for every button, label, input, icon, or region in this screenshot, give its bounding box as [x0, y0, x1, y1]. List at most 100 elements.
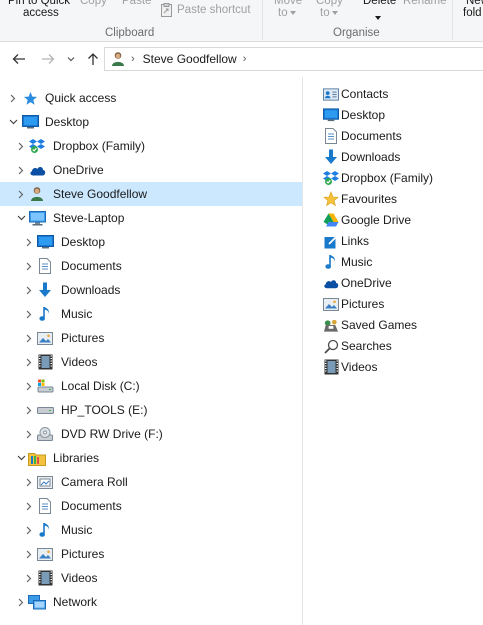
- expand-chevron-icon[interactable]: [24, 278, 34, 302]
- paste-shortcut-label: Paste shortcut: [177, 3, 251, 16]
- saved-games-icon: [323, 317, 339, 333]
- list-item-pictures[interactable]: Pictures: [323, 294, 384, 314]
- expand-chevron-icon[interactable]: [24, 254, 34, 278]
- paste-button[interactable]: Paste: [122, 0, 151, 8]
- expand-chevron-icon[interactable]: [24, 230, 34, 254]
- expand-chevron-icon[interactable]: [24, 470, 34, 494]
- tree-item-music[interactable]: Music: [0, 518, 302, 542]
- list-item-downloads[interactable]: Downloads: [323, 147, 400, 167]
- expand-chevron-icon[interactable]: [24, 566, 34, 590]
- tree-item-downloads[interactable]: Downloads: [0, 278, 302, 302]
- list-item-contacts[interactable]: Contacts: [323, 84, 388, 104]
- expand-chevron-icon[interactable]: [24, 542, 34, 566]
- list-item-desktop[interactable]: Desktop: [323, 105, 385, 125]
- tree-item-label: Documents: [61, 499, 122, 513]
- tree-item-onedrive[interactable]: OneDrive: [0, 158, 302, 182]
- tree-item-videos[interactable]: Videos: [0, 350, 302, 374]
- list-item-videos[interactable]: Videos: [323, 357, 377, 377]
- tree-item-libraries[interactable]: Libraries: [0, 446, 302, 470]
- drive-icon: [36, 401, 54, 419]
- up-button[interactable]: [84, 48, 102, 70]
- dvd-icon: [36, 425, 54, 443]
- tree-item-network[interactable]: Network: [0, 590, 302, 614]
- breadcrumb-current[interactable]: Steve Goodfellow: [143, 52, 237, 66]
- tree-item-hp-tools-e[interactable]: HP_TOOLS (E:): [0, 398, 302, 422]
- expand-chevron-icon[interactable]: [24, 350, 34, 374]
- list-item-google-drive[interactable]: Google Drive: [323, 210, 411, 230]
- tree-item-camera-roll[interactable]: Camera Roll: [0, 470, 302, 494]
- expand-chevron-icon[interactable]: [8, 86, 18, 110]
- music-icon: [323, 254, 339, 270]
- favourites-icon: [323, 191, 339, 207]
- tree-item-label: DVD RW Drive (F:): [61, 427, 163, 441]
- collapse-chevron-icon[interactable]: [16, 446, 26, 470]
- address-field[interactable]: › Steve Goodfellow ›: [104, 47, 483, 71]
- tree-item-documents[interactable]: Documents: [0, 254, 302, 278]
- expand-chevron-icon[interactable]: [24, 518, 34, 542]
- list-item-favourites[interactable]: Favourites: [323, 189, 397, 209]
- tree-item-pictures[interactable]: Pictures: [0, 542, 302, 566]
- star-icon: [21, 89, 39, 107]
- expand-chevron-icon[interactable]: [24, 422, 34, 446]
- organise-group-label: Organise: [333, 27, 380, 39]
- tree-item-steve-goodfellow[interactable]: Steve Goodfellow: [0, 182, 302, 206]
- tree-item-music[interactable]: Music: [0, 302, 302, 326]
- list-item-label: Documents: [341, 129, 402, 143]
- expand-chevron-icon[interactable]: [24, 398, 34, 422]
- list-item-label: Videos: [341, 360, 378, 374]
- list-item-dropbox-family[interactable]: Dropbox (Family): [323, 168, 433, 188]
- expand-chevron-icon[interactable]: [16, 182, 26, 206]
- expand-chevron-icon[interactable]: [24, 302, 34, 326]
- delete-label: Delete: [363, 0, 397, 7]
- breadcrumb-chevron-icon[interactable]: ›: [243, 53, 247, 65]
- pin-label-line2: access: [23, 7, 59, 19]
- back-arrow-icon: [12, 53, 26, 65]
- expand-chevron-icon[interactable]: [16, 158, 26, 182]
- forward-arrow-icon: [41, 53, 55, 65]
- tree-item-local-disk-c[interactable]: Local Disk (C:): [0, 374, 302, 398]
- tree-item-pictures[interactable]: Pictures: [0, 326, 302, 350]
- expand-chevron-icon[interactable]: [24, 494, 34, 518]
- expand-chevron-icon[interactable]: [16, 590, 26, 614]
- list-item-onedrive[interactable]: OneDrive: [323, 273, 392, 293]
- recent-locations-button[interactable]: [64, 48, 78, 70]
- tree-item-dvd-rw-drive-f[interactable]: DVD RW Drive (F:): [0, 422, 302, 446]
- videos-icon: [323, 359, 339, 375]
- back-button[interactable]: [8, 48, 30, 70]
- chevron-down-icon: [67, 56, 75, 62]
- rename-button[interactable]: Rename: [403, 0, 446, 8]
- list-item-searches[interactable]: Searches: [323, 336, 392, 356]
- list-item-music[interactable]: Music: [323, 252, 372, 272]
- desktop-icon: [36, 233, 54, 251]
- list-item-documents[interactable]: Documents: [323, 126, 402, 146]
- tree-item-documents[interactable]: Documents: [0, 494, 302, 518]
- move-to-line2: to: [278, 7, 296, 20]
- tree-item-videos[interactable]: Videos: [0, 566, 302, 590]
- forward-button[interactable]: [37, 48, 59, 70]
- tree-item-label: Downloads: [61, 283, 121, 297]
- list-item-label: Desktop: [341, 108, 386, 122]
- tree-item-desktop[interactable]: Desktop: [0, 230, 302, 254]
- libraries-icon: [28, 449, 46, 467]
- copy-button[interactable]: Copy: [80, 0, 107, 8]
- list-item-saved-games[interactable]: Saved Games: [323, 315, 417, 335]
- tree-item-quick-access[interactable]: Quick access: [0, 86, 302, 110]
- expand-chevron-icon[interactable]: [24, 326, 34, 350]
- up-arrow-icon: [87, 52, 99, 66]
- paste-shortcut-button[interactable]: Paste shortcut: [160, 2, 251, 18]
- expand-chevron-icon[interactable]: [16, 134, 26, 158]
- collapse-chevron-icon[interactable]: [8, 110, 18, 134]
- list-item-label: Links: [341, 234, 370, 248]
- collapse-chevron-icon[interactable]: [16, 206, 26, 230]
- ribbon: Pin to Quick access Copy Paste Paste sho…: [0, 0, 483, 42]
- list-item-links[interactable]: Links: [323, 231, 369, 251]
- tree-item-desktop[interactable]: Desktop: [0, 110, 302, 134]
- tree-item-dropbox-family[interactable]: Dropbox (Family): [0, 134, 302, 158]
- tree-item-label: Libraries: [53, 451, 100, 465]
- pictures-icon: [36, 329, 54, 347]
- onedrive-icon: [323, 275, 339, 291]
- tree-item-steve-laptop[interactable]: Steve-Laptop: [0, 206, 302, 230]
- expand-chevron-icon[interactable]: [24, 374, 34, 398]
- tree-item-label: Documents: [61, 259, 122, 273]
- desktop-icon: [323, 107, 339, 123]
